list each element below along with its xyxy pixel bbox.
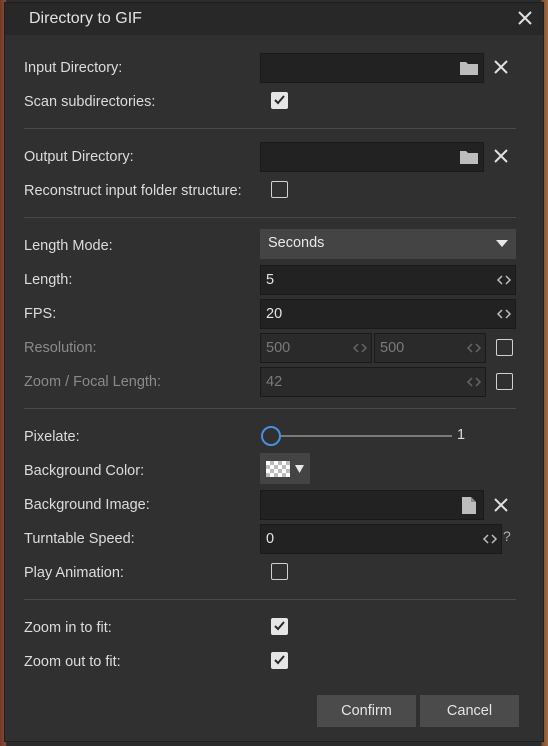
turntable-speed-label: Turntable Speed: [24, 531, 135, 547]
resolution-height-input[interactable]: 500 [374, 333, 486, 363]
background-image-field[interactable] [260, 490, 484, 520]
spinner-icon[interactable] [482, 532, 498, 546]
spinner-icon [466, 377, 482, 387]
background-color-label: Background Color: [24, 463, 145, 479]
play-animation-checkbox[interactable] [271, 563, 288, 580]
spinner-icon[interactable] [496, 273, 512, 287]
pixelate-slider-track[interactable] [270, 435, 452, 437]
length-mode-dropdown[interactable]: Seconds [260, 229, 516, 259]
zoom-focal-length-input[interactable]: 42 [260, 367, 486, 397]
file-icon[interactable] [461, 496, 477, 516]
pixelate-label: Pixelate: [24, 429, 80, 445]
zoom-in-to-fit-label: Zoom in to fit: [24, 620, 112, 636]
help-icon[interactable]: ? [503, 528, 511, 544]
divider [24, 217, 516, 218]
spinner-icon [352, 343, 368, 353]
scan-subdirectories-checkbox[interactable] [271, 92, 288, 109]
clear-background-image-icon[interactable] [493, 497, 513, 517]
output-directory-label: Output Directory: [24, 149, 134, 165]
spinner-icon [466, 343, 482, 353]
reconstruct-structure-label: Reconstruct input folder structure: [24, 183, 242, 199]
resolution-label: Resolution: [24, 340, 97, 356]
chevron-down-icon [496, 240, 508, 247]
zoom-out-to-fit-label: Zoom out to fit: [24, 654, 121, 670]
clear-input-directory-icon[interactable] [493, 59, 513, 79]
divider [24, 408, 516, 409]
folder-icon[interactable] [459, 59, 479, 79]
folder-icon[interactable] [459, 148, 479, 168]
resolution-enable-checkbox[interactable] [496, 339, 513, 356]
confirm-button[interactable]: Confirm [317, 695, 416, 727]
play-animation-label: Play Animation: [24, 565, 124, 581]
zoom-focal-length-label: Zoom / Focal Length: [24, 374, 162, 390]
input-directory-label: Input Directory: [24, 60, 123, 76]
clear-output-directory-icon[interactable] [493, 148, 513, 168]
length-input[interactable]: 5 [260, 265, 516, 295]
background-color-picker[interactable] [260, 453, 310, 484]
divider [24, 128, 516, 129]
dialog-title: Directory to GIF [29, 10, 142, 27]
zoom-out-to-fit-checkbox[interactable] [271, 652, 288, 669]
scan-subdirectories-label: Scan subdirectories: [24, 94, 156, 110]
resolution-width-input[interactable]: 500 [260, 333, 372, 363]
fps-label: FPS: [24, 306, 57, 322]
title-bar: Directory to GIF [5, 3, 543, 35]
chevron-down-icon [295, 465, 304, 473]
cancel-button[interactable]: Cancel [420, 695, 519, 727]
output-directory-field[interactable] [260, 142, 484, 172]
pixelate-slider-handle[interactable] [261, 426, 281, 446]
length-label: Length: [24, 272, 73, 288]
zoom-in-to-fit-checkbox[interactable] [271, 618, 288, 635]
length-mode-label: Length Mode: [24, 238, 113, 254]
fps-input[interactable]: 20 [260, 299, 516, 329]
close-icon[interactable] [515, 8, 535, 28]
background-image-label: Background Image: [24, 497, 150, 513]
divider [24, 599, 516, 600]
turntable-speed-input[interactable]: 0 [260, 524, 502, 554]
input-directory-field[interactable] [260, 53, 484, 83]
pixelate-value: 1 [457, 427, 466, 443]
zoom-enable-checkbox[interactable] [496, 373, 513, 390]
reconstruct-structure-checkbox[interactable] [271, 181, 288, 198]
transparent-swatch [266, 461, 290, 477]
spinner-icon[interactable] [496, 307, 512, 321]
